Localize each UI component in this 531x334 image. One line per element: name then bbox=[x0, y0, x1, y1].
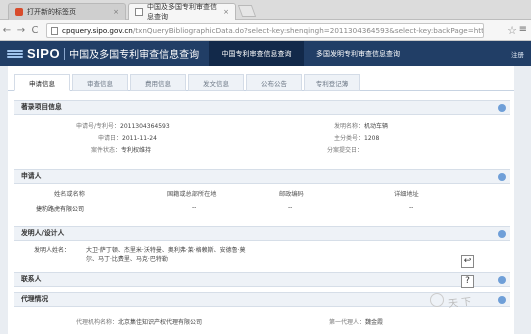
tab-patent-register[interactable]: 专利登记簿 bbox=[304, 74, 360, 91]
nav-china-patent-query[interactable]: 中国专利审查信息查询 bbox=[209, 41, 304, 66]
bookmark-star-icon[interactable]: ☆ bbox=[507, 24, 517, 37]
back-to-top-icon[interactable]: ↩ bbox=[461, 255, 474, 268]
tab-application-info[interactable]: 申请信息 bbox=[14, 74, 70, 91]
page-icon bbox=[51, 26, 58, 35]
column-header: 详细地址 bbox=[394, 191, 419, 198]
column-header: 邮政编码 bbox=[279, 191, 304, 198]
application-number: 申请号/专利号：2011304364593 bbox=[76, 123, 170, 130]
application-date: 申请日：2011-11-24 bbox=[98, 135, 157, 142]
case-status: 案件状态：专利权维持 bbox=[91, 147, 152, 154]
back-icon[interactable]: ← bbox=[0, 25, 14, 36]
section-title: 发明人/设计人 bbox=[14, 226, 510, 241]
table-cell: -- bbox=[192, 204, 197, 211]
contact-section: 联系人 bbox=[14, 272, 510, 288]
agency-name: 代理机构名称：北京集佳知识产权代理有限公司 bbox=[76, 319, 203, 326]
section-title: 申请人 bbox=[14, 169, 510, 184]
section-title: 著录项目信息 bbox=[14, 100, 510, 115]
url-input[interactable]: cpquery.sipo.gov.cn/txnQueryBibliographi… bbox=[46, 22, 484, 38]
tab-close-icon[interactable]: × bbox=[223, 8, 229, 16]
collapse-icon[interactable] bbox=[498, 276, 506, 284]
sipo-logo-icon bbox=[7, 48, 23, 60]
column-header: 国籍或总部所在地 bbox=[167, 191, 217, 198]
applicant-section: 申请人 姓名或名称 国籍或总部所在地 邮政编码 详细地址 捷豹路虎有限公司 --… bbox=[14, 169, 510, 217]
watermark-text: 天 下 bbox=[447, 296, 472, 311]
bibliographic-section: 著录项目信息 申请号/专利号：2011304364593 申请日：2011-11… bbox=[14, 100, 510, 162]
table-cell: -- bbox=[409, 204, 414, 211]
inventor-section: 发明人/设计人 发明人姓名： 大卫·萨丁顿、杰里米·沃特曼、奥利弗·莱·格赖斯、… bbox=[14, 226, 510, 266]
inventor-label: 发明人姓名： bbox=[34, 247, 71, 254]
tab-close-icon[interactable]: × bbox=[113, 8, 119, 16]
sipo-logo[interactable]: SIPO 中国及多国专利审查信息查询 bbox=[7, 46, 199, 61]
browser-menu-icon[interactable]: ≡ bbox=[519, 24, 527, 35]
collapse-icon[interactable] bbox=[498, 230, 506, 238]
logo-divider bbox=[64, 47, 66, 60]
browser-tab-active[interactable]: 中国及多国专利审查信息查询 × bbox=[128, 3, 236, 21]
browser-tab-newtab[interactable]: 打开新的标签页 × bbox=[8, 3, 126, 20]
tab-fee-info[interactable]: 费用信息 bbox=[130, 74, 186, 91]
help-icon[interactable]: ? bbox=[461, 275, 474, 288]
tab-publication-info[interactable]: 公布公告 bbox=[246, 74, 302, 91]
new-tab-button[interactable] bbox=[237, 5, 257, 17]
reload-icon[interactable]: C bbox=[28, 25, 42, 36]
table-cell: 捷豹路虎有限公司 bbox=[36, 206, 85, 213]
collapse-icon[interactable] bbox=[498, 173, 506, 181]
address-bar-row: ← → C cpquery.sipo.gov.cn/txnQueryBiblio… bbox=[0, 20, 531, 41]
division-date: 分案提交日： bbox=[327, 147, 364, 154]
column-header: 姓名或名称 bbox=[54, 191, 85, 198]
collapse-icon[interactable] bbox=[498, 104, 506, 112]
site-header: SIPO 中国及多国专利审查信息查询 中国专利审查信息查询 多国发明专利审查信息… bbox=[0, 41, 531, 66]
browser-tabbar: 打开新的标签页 × 中国及多国专利审查信息查询 × bbox=[0, 0, 531, 21]
inventor-names-line1: 大卫·萨丁顿、杰里米·沃特曼、奥利弗·莱·格赖斯、安德鲁·莫 bbox=[86, 247, 246, 254]
register-link[interactable]: 注册 bbox=[511, 49, 524, 59]
subtabs: 申请信息 审查信息 费用信息 发文信息 公布公告 专利登记簿 bbox=[8, 74, 514, 91]
invention-name: 发明名称：机动车辆 bbox=[334, 123, 389, 130]
tab-label: 中国及多国专利审查信息查询 bbox=[147, 3, 217, 21]
forward-icon[interactable]: → bbox=[14, 25, 28, 36]
tab-label: 打开新的标签页 bbox=[27, 8, 76, 16]
nav-multi-country-query[interactable]: 多国发明专利审查信息查询 bbox=[304, 41, 412, 66]
watermark-logo-icon bbox=[430, 293, 444, 307]
inventor-names-line2: 尔、马丁·比费里、马克·巴特勒 bbox=[86, 256, 168, 263]
logo-text: SIPO bbox=[27, 46, 61, 61]
logo-subtitle: 中国及多国专利审查信息查询 bbox=[69, 50, 200, 61]
tab-dispatch-info[interactable]: 发文信息 bbox=[188, 74, 244, 91]
collapse-icon[interactable] bbox=[498, 296, 506, 304]
tab-examination-info[interactable]: 审查信息 bbox=[72, 74, 128, 91]
section-title: 联系人 bbox=[14, 272, 510, 287]
favicon-icon bbox=[15, 8, 23, 16]
first-agent: 第一代理人：魏金霞 bbox=[329, 319, 384, 326]
table-cell: -- bbox=[288, 204, 293, 211]
page-icon bbox=[135, 8, 143, 16]
main-classification: 主分类号：1208 bbox=[334, 135, 380, 142]
